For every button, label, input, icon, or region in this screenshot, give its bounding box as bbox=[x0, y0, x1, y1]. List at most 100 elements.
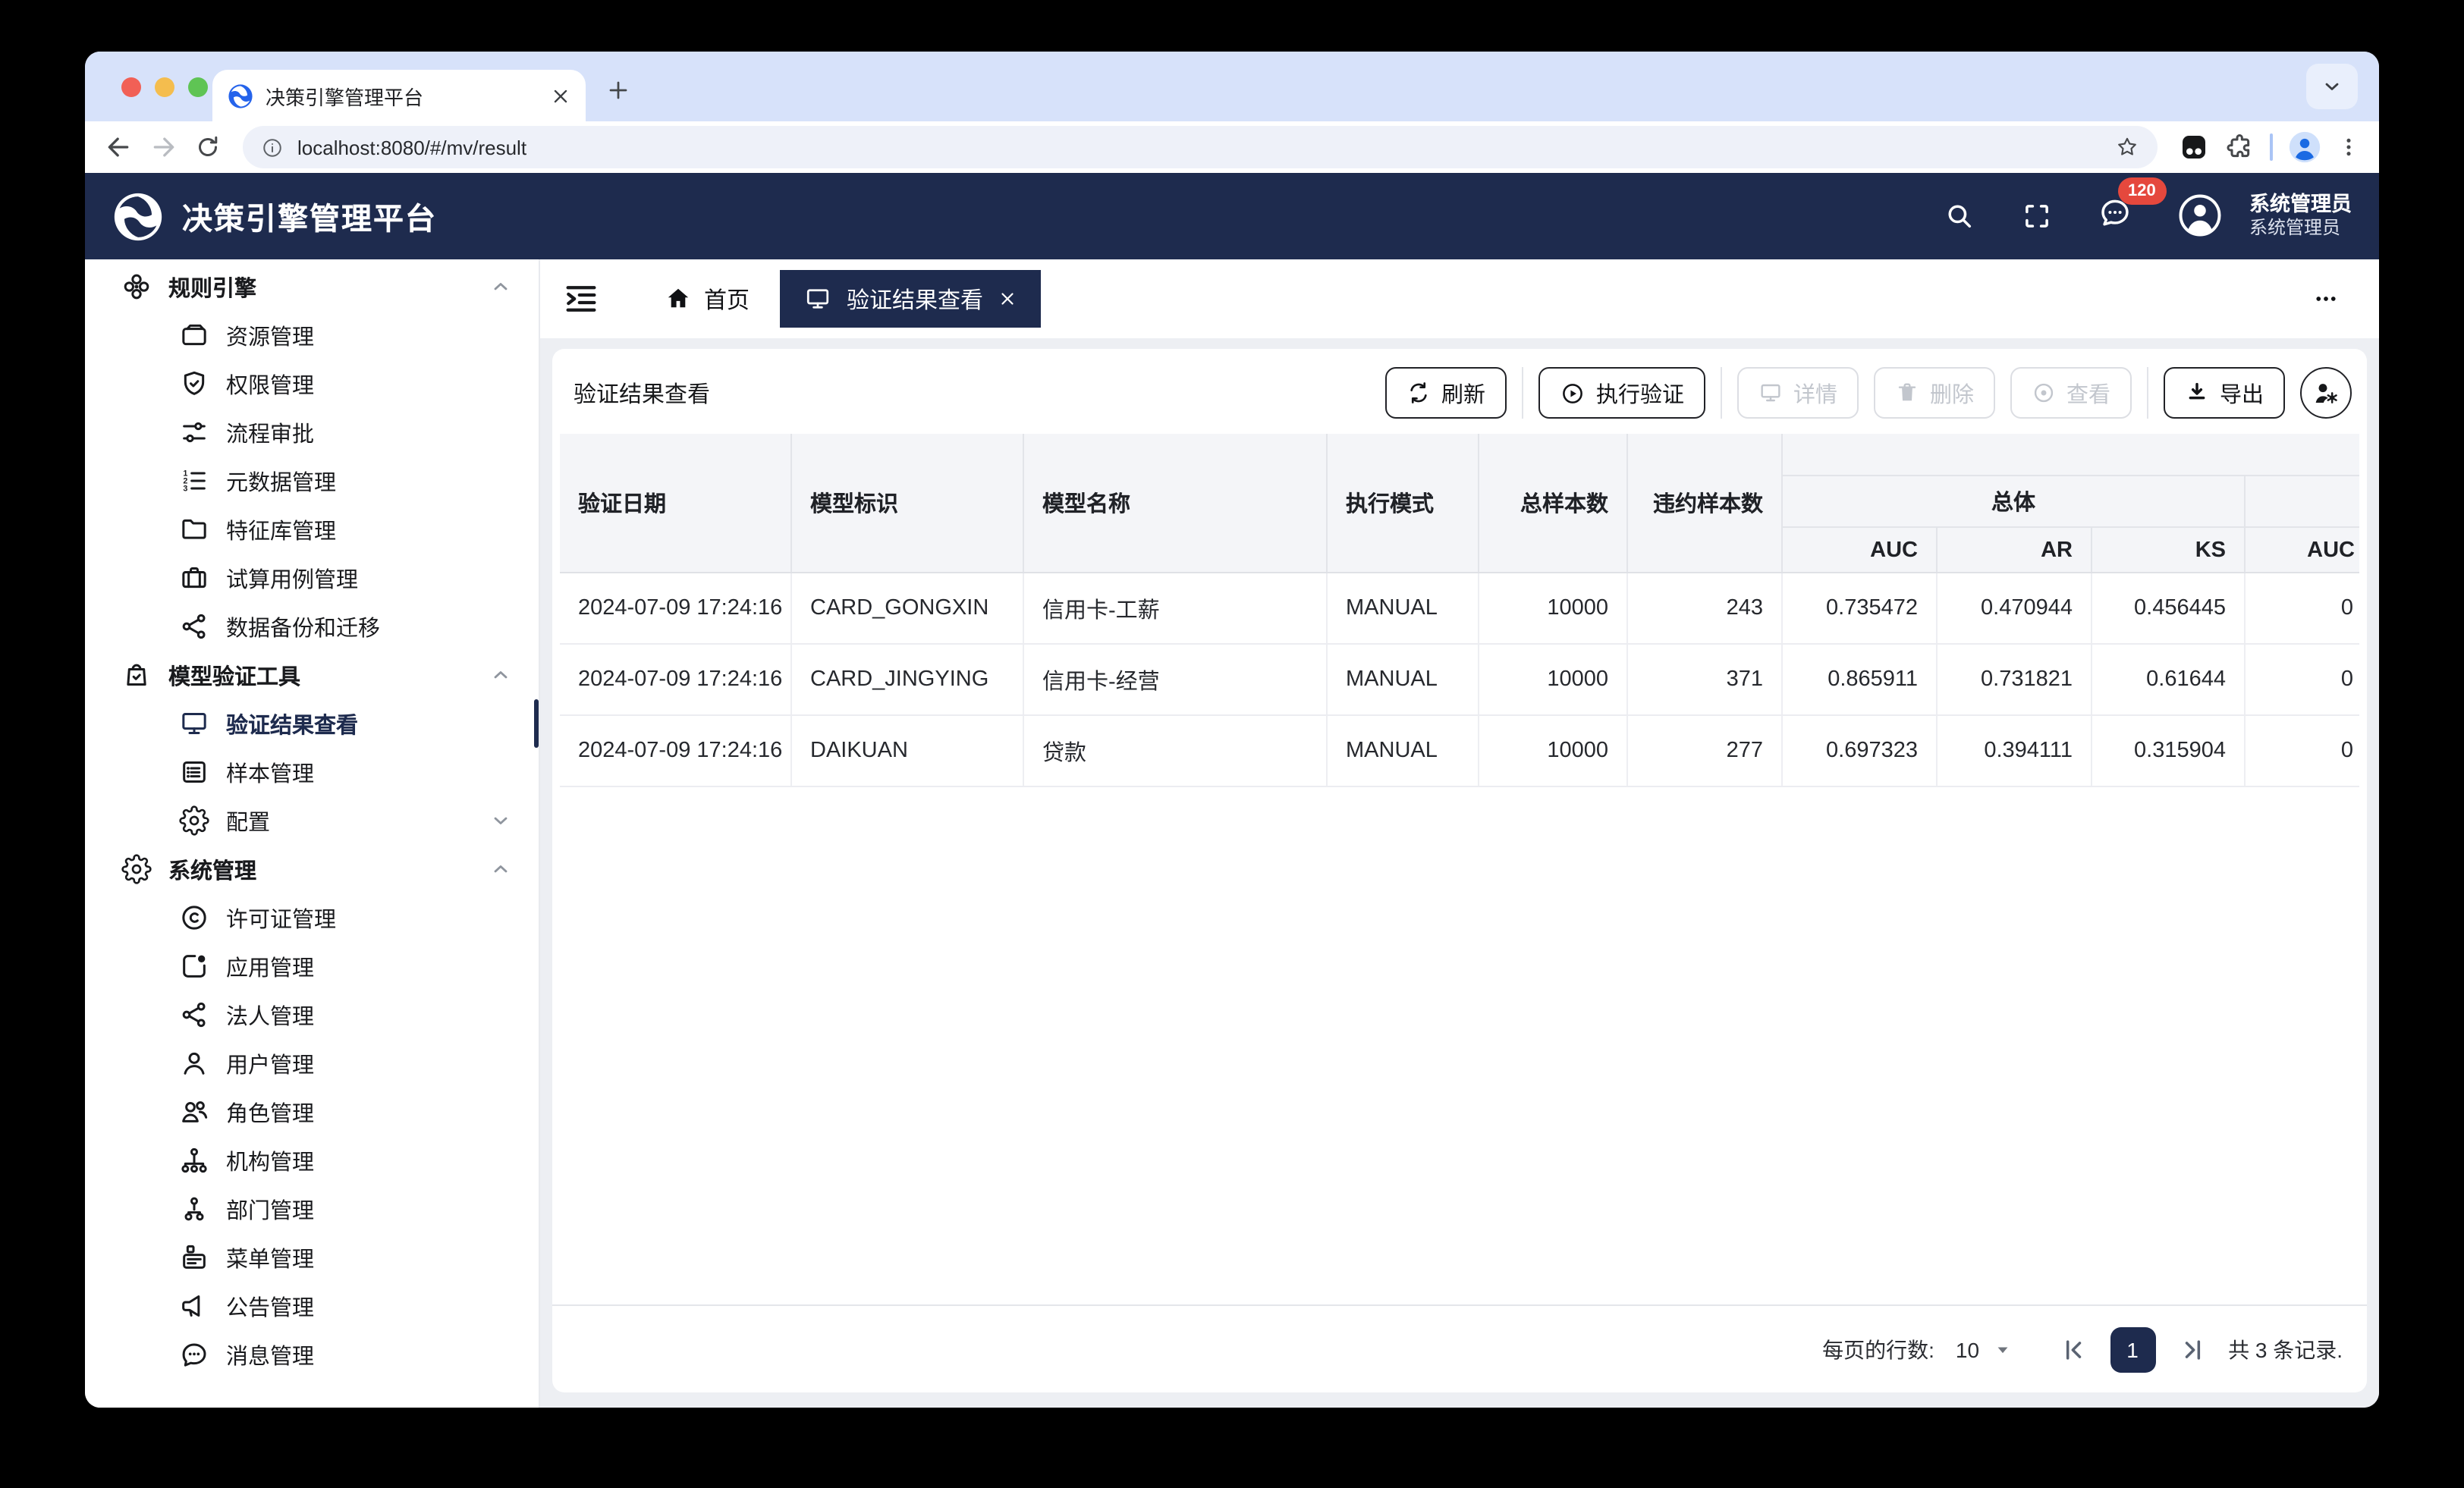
sidebar-item[interactable]: 许可证管理 bbox=[85, 893, 539, 942]
sidebar-section-label: 规则引擎 bbox=[168, 277, 256, 301]
column-header: 总样本数 bbox=[1479, 434, 1628, 572]
close-tab-icon[interactable] bbox=[998, 290, 1017, 308]
run-validation-button[interactable]: 执行验证 bbox=[1538, 367, 1705, 419]
user-role: 系统管理员 bbox=[2249, 217, 2341, 239]
messages-button[interactable]: 120 bbox=[2098, 177, 2167, 237]
last-page-button[interactable] bbox=[2176, 1334, 2207, 1364]
reload-button[interactable] bbox=[194, 133, 222, 161]
share-nodes-icon bbox=[179, 1000, 209, 1030]
sidebar-item[interactable]: 样本管理 bbox=[85, 748, 539, 796]
first-page-button[interactable] bbox=[2058, 1334, 2088, 1364]
tab-options-icon[interactable] bbox=[2312, 285, 2340, 312]
extension-icon[interactable] bbox=[2179, 132, 2209, 162]
detail-button[interactable]: 详情 bbox=[1737, 367, 1859, 419]
sidebar-item[interactable]: 权限管理 bbox=[85, 359, 539, 408]
sidebar-item[interactable]: 菜单管理 bbox=[85, 1233, 539, 1282]
tab-active[interactable]: 验证结果查看 bbox=[780, 270, 1042, 328]
sidebar-item[interactable]: 消息管理 bbox=[85, 1330, 539, 1379]
url-text[interactable]: localhost:8080/#/mv/result bbox=[297, 136, 526, 159]
screen: 决策引擎管理平台 localhost:8080/#/mv/result 决策引擎… bbox=[0, 0, 2464, 1488]
chevron-up-icon[interactable] bbox=[490, 664, 511, 686]
browser-profile-avatar[interactable] bbox=[2288, 130, 2321, 164]
sidebar-item[interactable]: 配置 bbox=[85, 796, 539, 845]
sidebar-item[interactable]: 数据备份和迁移 bbox=[85, 602, 539, 651]
tab-search-button[interactable] bbox=[2306, 64, 2358, 109]
chevron-down-icon bbox=[2321, 76, 2343, 97]
sidebar-item-label: 菜单管理 bbox=[226, 1248, 314, 1272]
sidebar-item[interactable]: 角色管理 bbox=[85, 1088, 539, 1136]
app-title: 决策引擎管理平台 bbox=[182, 203, 437, 237]
chevron-up-icon[interactable] bbox=[490, 276, 511, 297]
table-row[interactable]: 2024-07-09 17:24:16 DAIKUAN 贷款 MANUAL 10000 2… bbox=[560, 716, 2359, 787]
page-tabbar: 首页 验证结果查看 bbox=[540, 259, 2379, 338]
page-title: 验证结果查看 bbox=[574, 381, 711, 407]
browser-tab[interactable]: 决策引擎管理平台 bbox=[212, 70, 586, 121]
sidebar-item-label: 试算用例管理 bbox=[226, 568, 358, 592]
table-cell: 10000 bbox=[1479, 645, 1628, 714]
tab-home[interactable]: 首页 bbox=[634, 270, 780, 328]
sidebar-section[interactable]: 规则引擎 bbox=[85, 262, 539, 311]
close-window-button[interactable] bbox=[121, 77, 141, 97]
share-nodes-icon bbox=[179, 611, 209, 642]
browser-window: 决策引擎管理平台 localhost:8080/#/mv/result 决策引擎… bbox=[85, 52, 2379, 1408]
user-avatar[interactable] bbox=[2176, 193, 2222, 239]
sidebar-section[interactable]: 模型验证工具 bbox=[85, 651, 539, 699]
column-settings-button[interactable] bbox=[2300, 367, 2352, 419]
column-header: 模型名称 bbox=[1024, 434, 1328, 572]
sidebar-item-label: 流程审批 bbox=[226, 422, 314, 447]
view-button[interactable]: 查看 bbox=[2010, 367, 2132, 419]
gear-icon bbox=[179, 805, 209, 836]
table-cell: 0.865911 bbox=[1783, 645, 1938, 714]
new-tab-button[interactable] bbox=[607, 79, 630, 102]
minimize-window-button[interactable] bbox=[155, 77, 174, 97]
table-cell: 0.731821 bbox=[1938, 645, 2092, 714]
search-icon[interactable] bbox=[1943, 200, 1975, 232]
bookmark-star-icon[interactable] bbox=[2115, 135, 2139, 159]
sidebar-item[interactable]: 资源管理 bbox=[85, 311, 539, 359]
chevron-up-icon[interactable] bbox=[490, 859, 511, 880]
forward-button[interactable] bbox=[149, 132, 179, 162]
browser-menu-icon[interactable] bbox=[2337, 135, 2361, 159]
browser-tabstrip: 决策引擎管理平台 bbox=[85, 52, 2379, 121]
fullscreen-icon[interactable] bbox=[2020, 200, 2052, 232]
extensions-puzzle-icon[interactable] bbox=[2224, 132, 2255, 162]
collapse-sidebar-button[interactable] bbox=[561, 279, 601, 319]
address-bar[interactable]: localhost:8080/#/mv/result bbox=[243, 126, 2158, 168]
chevron-down-icon[interactable] bbox=[490, 810, 511, 831]
sidebar-item[interactable]: 特征库管理 bbox=[85, 505, 539, 554]
zoom-window-button[interactable] bbox=[188, 77, 208, 97]
sidebar-item-label: 资源管理 bbox=[226, 325, 314, 350]
sidebar-item-label: 样本管理 bbox=[226, 762, 314, 786]
sidebar-item[interactable]: 机构管理 bbox=[85, 1136, 539, 1185]
sidebar-item[interactable]: 公告管理 bbox=[85, 1282, 539, 1330]
sidebar-item-label: 机构管理 bbox=[226, 1151, 314, 1175]
sidebar-item[interactable]: 法人管理 bbox=[85, 990, 539, 1039]
table-cell: CARD_GONGXIN bbox=[792, 573, 1024, 643]
export-button[interactable]: 导出 bbox=[2164, 367, 2285, 419]
close-tab-icon[interactable] bbox=[551, 86, 570, 105]
delete-button[interactable]: 删除 bbox=[1874, 367, 1995, 419]
table-row[interactable]: 2024-07-09 17:24:16 CARD_JINGYING 信用卡-经营 MA… bbox=[560, 645, 2359, 716]
user-info[interactable]: 系统管理员 系统管理员 bbox=[2249, 191, 2352, 241]
traffic-lights bbox=[121, 77, 208, 97]
results-table: 验证日期 模型标识 模型名称 执行模式 总样本数 违约样本数 总体 AUC AR KS AUC 20… bbox=[560, 434, 2359, 1304]
sidebar-section[interactable]: 系统管理 bbox=[85, 845, 539, 893]
table-cell: 0.394111 bbox=[1938, 716, 2092, 786]
table-cell: 371 bbox=[1628, 645, 1783, 714]
app-window-icon bbox=[179, 951, 209, 981]
current-page-button[interactable]: 1 bbox=[2110, 1326, 2156, 1372]
sidebar-item[interactable]: 试算用例管理 bbox=[85, 554, 539, 602]
sidebar-item[interactable]: 应用管理 bbox=[85, 942, 539, 990]
sidebar-item[interactable]: 部门管理 bbox=[85, 1185, 539, 1233]
refresh-button[interactable]: 刷新 bbox=[1385, 367, 1507, 419]
sidebar-item[interactable]: 流程审批 bbox=[85, 408, 539, 457]
sidebar-item[interactable]: 验证结果查看 bbox=[85, 699, 539, 748]
site-info-icon[interactable] bbox=[261, 136, 284, 159]
table-cell: 277 bbox=[1628, 716, 1783, 786]
sidebar-item[interactable]: 1 2 3 元数据管理 bbox=[85, 457, 539, 505]
table-row[interactable]: 2024-07-09 17:24:16 CARD_GONGXIN 信用卡-工薪 MAN… bbox=[560, 573, 2359, 645]
sidebar-item[interactable]: 用户管理 bbox=[85, 1039, 539, 1088]
table-cell: 243 bbox=[1628, 573, 1783, 643]
rows-per-page-select[interactable]: 10 bbox=[1956, 1337, 2013, 1361]
back-button[interactable] bbox=[103, 132, 134, 162]
